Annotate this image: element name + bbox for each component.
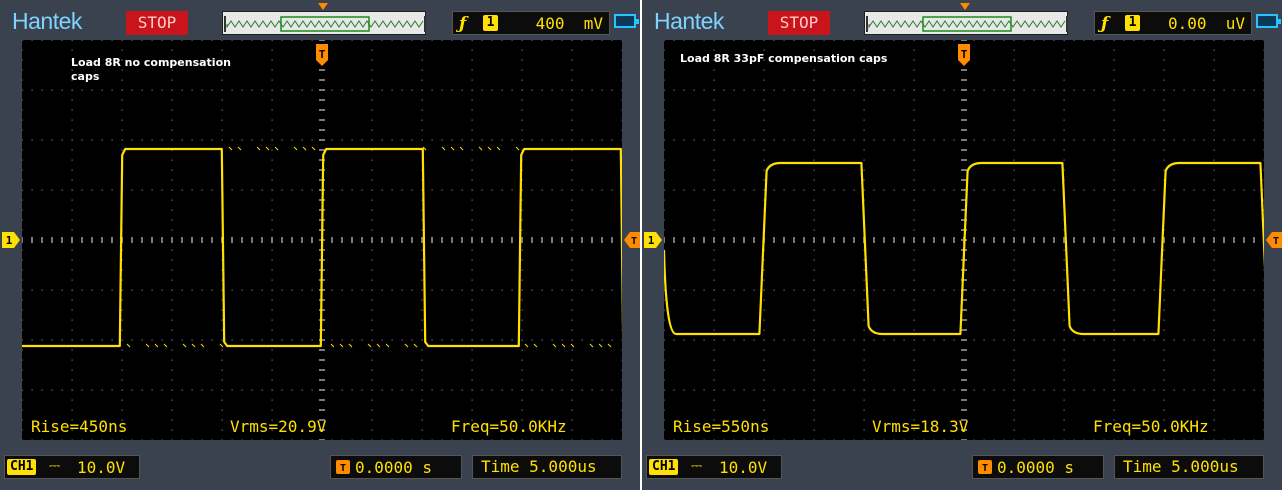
trigger-position-box[interactable]: T 0.0000 s [330, 455, 462, 479]
waveform-display[interactable]: Load 8R 33pF compensation caps Rise=550n… [664, 40, 1264, 440]
ch1-ground-marker-icon[interactable]: 1 [2, 232, 20, 248]
run-status-stop[interactable]: STOP [768, 11, 830, 35]
trigger-level: 400 mV [535, 14, 603, 33]
volts-per-division: 10.0V [77, 458, 126, 477]
run-status-stop[interactable]: STOP [126, 11, 188, 35]
ch1-tag: CH1 [649, 459, 679, 475]
svg-text:T: T [961, 48, 968, 61]
trigger-channel-badge: 1 [483, 15, 498, 31]
waveform-display[interactable]: Load 8R no compensation caps Rise=450ns … [22, 40, 622, 440]
svg-text:1: 1 [648, 234, 655, 247]
svg-text:T: T [631, 236, 637, 247]
trigger-time-offset: 0.0000 s [997, 458, 1075, 477]
battery-icon [614, 14, 639, 28]
oscilloscope-panel-right: Hantek STOP ƒ 1 0.00 uV Load 8R 33pF com… [642, 0, 1282, 490]
ch1-tag: CH1 [7, 459, 37, 475]
trigger-position-box[interactable]: T 0.0000 s [972, 455, 1104, 479]
timebase-box[interactable]: Time 5.000us [1114, 455, 1264, 479]
trigger-position-top-marker [960, 3, 970, 10]
trigger-time-offset: 0.0000 s [355, 458, 433, 477]
ch1-waveform-trace [664, 161, 1264, 336]
measurement-freq: Freq=50.0KHz [451, 417, 567, 436]
volts-per-division: 10.0V [719, 458, 768, 477]
measurement-rise: Rise=450ns [31, 417, 128, 436]
channel-settings-box[interactable]: CH1 ⎓ 10.0V [4, 455, 140, 479]
channel-settings-box[interactable]: CH1 ⎓ 10.0V [646, 455, 782, 479]
svg-text:T: T [340, 463, 346, 474]
annotation-caption: Load 8R 33pF compensation caps [680, 52, 888, 65]
trigger-t-marker-icon[interactable]: T [316, 44, 328, 66]
brand-logo: Hantek [12, 8, 82, 34]
trigger-arrow-icon: T [978, 460, 992, 474]
trigger-position-top-marker [318, 3, 328, 10]
trigger-channel-badge: 1 [1125, 15, 1140, 31]
trigger-status-box[interactable]: ƒ 1 0.00 uV [1094, 11, 1252, 35]
memory-timeline-bar[interactable] [222, 11, 426, 35]
measurement-rise: Rise=550ns [673, 417, 770, 436]
rising-edge-icon: ƒ [1101, 14, 1109, 34]
oscilloscope-panel-left: Hantek STOP ƒ 1 400 mV Load 8R no compen… [0, 0, 640, 490]
dc-coupling-icon: ⎓ [49, 458, 61, 474]
ch1-waveform-trace [22, 146, 622, 348]
trigger-level: 0.00 uV [1167, 14, 1245, 33]
battery-icon [1256, 14, 1281, 28]
timebase-box[interactable]: Time 5.000us [472, 455, 622, 479]
measurement-vrms: Vrms=18.3V [872, 417, 969, 436]
trigger-level-marker-icon[interactable]: T [1266, 232, 1282, 248]
svg-text:1: 1 [6, 234, 13, 247]
svg-text:T: T [1273, 236, 1279, 247]
rising-edge-icon: ƒ [459, 14, 467, 34]
dc-coupling-icon: ⎓ [691, 458, 703, 474]
trigger-level-marker-icon[interactable]: T [624, 232, 640, 248]
ch1-ground-marker-icon[interactable]: 1 [644, 232, 662, 248]
svg-text:T: T [982, 463, 988, 474]
trigger-status-box[interactable]: ƒ 1 400 mV [452, 11, 610, 35]
brand-logo: Hantek [654, 8, 724, 34]
annotation-caption: Load 8R no compensation caps [71, 56, 231, 83]
trigger-arrow-icon: T [336, 460, 350, 474]
measurement-vrms: Vrms=20.9V [230, 417, 327, 436]
trigger-t-marker-icon[interactable]: T [958, 44, 970, 66]
measurement-freq: Freq=50.0KHz [1093, 417, 1209, 436]
memory-timeline-bar[interactable] [864, 11, 1068, 35]
svg-text:T: T [319, 48, 326, 61]
